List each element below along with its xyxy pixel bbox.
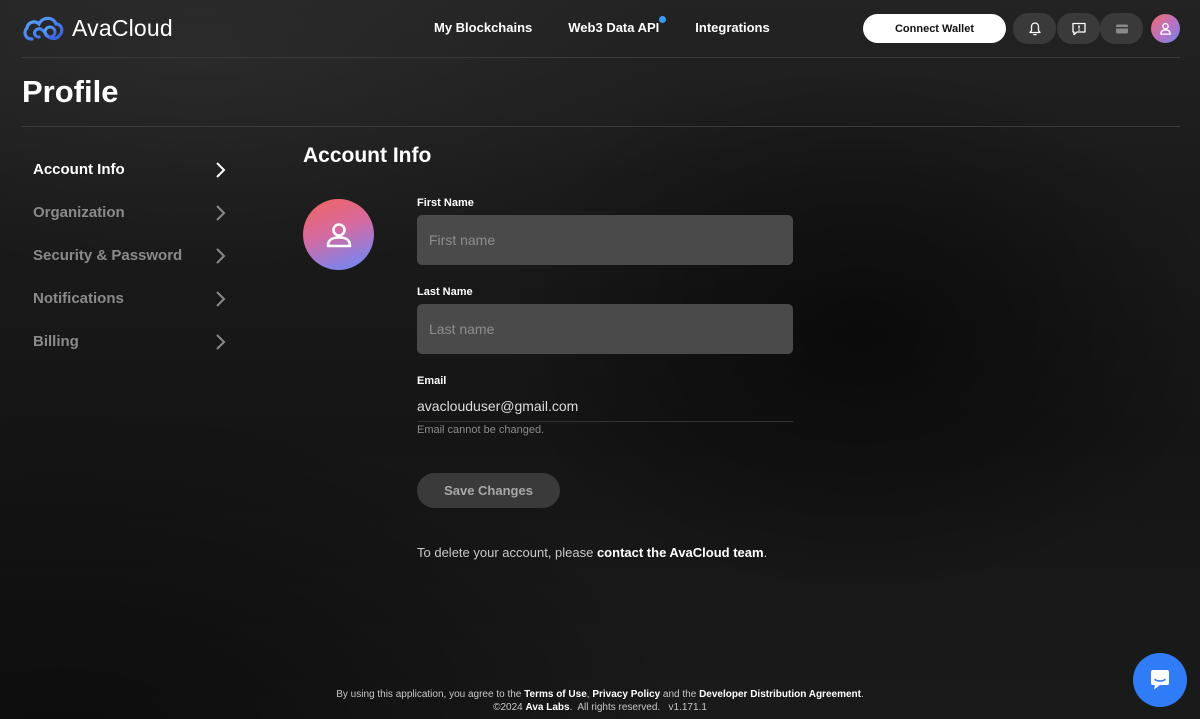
sidebar-item-account-info[interactable]: Account Info	[33, 148, 233, 191]
sidebar-item-billing[interactable]: Billing	[33, 320, 233, 363]
user-avatar-button[interactable]	[1151, 14, 1180, 43]
footer-copyright-line: ©2024 Ava Labs. All rights reserved. v1.…	[0, 701, 1200, 714]
user-icon	[326, 222, 351, 247]
footer-prefix: By using this application, you agree to …	[336, 689, 525, 700]
wallet-button[interactable]	[1100, 13, 1143, 44]
sidebar-item-label: Account Info	[33, 161, 125, 178]
email-label: Email	[417, 375, 447, 387]
chevron-right-icon	[216, 290, 226, 307]
nav-web3-data-api[interactable]: Web3 Data API	[568, 16, 667, 35]
logo[interactable]: AvaCloud	[22, 13, 173, 43]
privacy-link[interactable]: Privacy Policy	[592, 689, 660, 700]
footer-sep: .	[860, 689, 864, 700]
delete-account-text: To delete your account, please contact t…	[417, 545, 767, 560]
chevron-right-icon	[216, 333, 226, 350]
page-title: Profile	[22, 74, 119, 109]
sidebar-item-security-password[interactable]: Security & Password	[33, 234, 233, 277]
delete-suffix: .	[763, 545, 768, 560]
nav-my-blockchains[interactable]: My Blockchains	[434, 20, 532, 35]
contact-team-link[interactable]: contact the AvaCloud team	[597, 545, 764, 560]
email-value: avaclouduser@gmail.com	[417, 398, 579, 414]
main-nav: My Blockchains Web3 Data API Integration…	[434, 16, 770, 35]
first-name-label: First Name	[417, 197, 474, 209]
settings-sidebar: Account Info Organization Security & Pas…	[33, 148, 233, 363]
sidebar-item-label: Organization	[33, 204, 125, 221]
notifications-button[interactable]	[1013, 13, 1056, 44]
logo-text: AvaCloud	[72, 14, 173, 41]
support-chat-button[interactable]	[1133, 653, 1187, 707]
connect-wallet-button[interactable]: Connect Wallet	[863, 14, 1006, 43]
sidebar-item-label: Billing	[33, 333, 79, 350]
copyright-text: ©2024	[493, 702, 526, 713]
save-changes-button[interactable]: Save Changes	[417, 473, 560, 508]
first-name-input[interactable]	[417, 215, 793, 265]
chevron-right-icon	[216, 161, 226, 178]
bell-icon	[1028, 21, 1041, 35]
header-divider	[22, 57, 1180, 58]
rights-text: . All rights reserved. v1.171.1	[569, 702, 707, 713]
footer: By using this application, you agree to …	[0, 688, 1200, 714]
sidebar-item-notifications[interactable]: Notifications	[33, 277, 233, 320]
new-indicator-dot	[659, 16, 667, 23]
last-name-input[interactable]	[417, 304, 793, 354]
footer-sep: and the	[660, 689, 700, 700]
nav-integrations[interactable]: Integrations	[695, 20, 769, 35]
avacloud-logo-icon	[23, 16, 64, 41]
last-name-label: Last Name	[417, 286, 473, 298]
nav-web3-data-api-label: Web3 Data API	[568, 20, 660, 35]
delete-prefix: To delete your account, please	[417, 545, 597, 560]
sidebar-item-label: Security & Password	[33, 247, 183, 264]
chevron-right-icon	[216, 247, 226, 264]
chat-icon	[1151, 670, 1169, 690]
email-underline	[417, 421, 793, 422]
terms-link[interactable]: Terms of Use	[524, 689, 587, 700]
top-bar: AvaCloud My Blockchains Web3 Data API In…	[0, 0, 1200, 57]
profile-avatar[interactable]	[303, 199, 374, 270]
footer-legal-line: By using this application, you agree to …	[0, 688, 1200, 701]
title-divider	[22, 126, 1180, 127]
feedback-icon	[1071, 22, 1086, 35]
section-title: Account Info	[303, 144, 432, 167]
app-root: AvaCloud My Blockchains Web3 Data API In…	[0, 0, 1200, 719]
company-name: Ava Labs	[525, 702, 570, 713]
feedback-button[interactable]	[1057, 13, 1100, 44]
chevron-right-icon	[216, 204, 226, 221]
wallet-icon	[1115, 24, 1128, 33]
sidebar-item-organization[interactable]: Organization	[33, 191, 233, 234]
sidebar-item-label: Notifications	[33, 290, 124, 307]
user-icon	[1160, 22, 1171, 35]
email-help-text: Email cannot be changed.	[417, 424, 545, 436]
dda-link[interactable]: Developer Distribution Agreement	[699, 689, 861, 700]
